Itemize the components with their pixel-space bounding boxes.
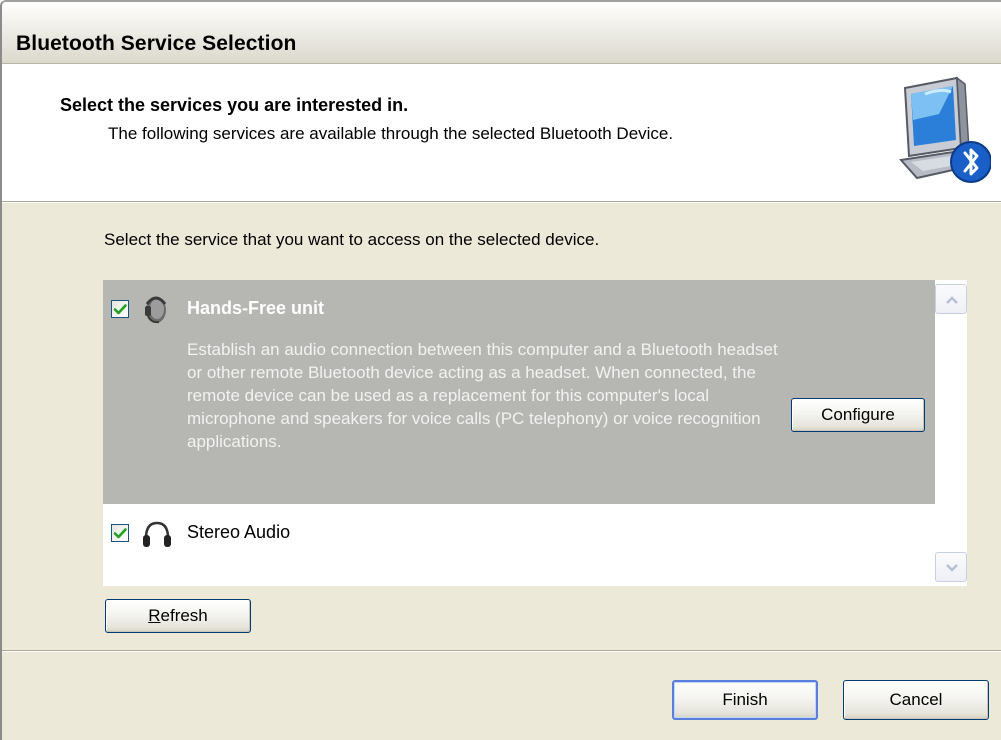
window-title: Bluetooth Service Selection [16,32,297,55]
headphones-icon [143,521,171,547]
chevron-down-icon [946,564,958,572]
header-subtitle: The following services are available thr… [108,124,674,143]
scroll-up-button[interactable] [935,284,967,314]
title-bar[interactable]: Bluetooth Service Selection [2,2,1001,64]
scroll-down-button[interactable] [935,552,967,582]
checkmark-icon [113,528,127,539]
footer-separator [2,650,1001,652]
refresh-label: efresh [160,606,208,625]
services-listbox[interactable]: Hands-Free unit Establish an audio conne… [103,280,967,586]
headset-icon [145,296,167,324]
service-name: Stereo Audio [187,522,291,542]
checkmark-icon [113,304,127,315]
service-description: Establish an audio connection between th… [187,340,778,451]
refresh-button[interactable]: Refresh [105,599,251,633]
service-name: Hands-Free unit [187,298,325,318]
refresh-accelerator: R [148,606,161,625]
hands-free-checkbox[interactable] [111,300,129,318]
dialog-window: Bluetooth Service Selection Select the s… [0,0,1001,740]
cancel-button[interactable]: Cancel [843,680,989,720]
configure-button[interactable]: Configure [791,398,925,432]
bluetooth-computer-icon [899,76,991,183]
header-title: Select the services you are interested i… [60,95,409,115]
vertical-scrollbar[interactable] [935,280,967,586]
chevron-up-icon [946,296,958,304]
finish-button[interactable]: Finish [672,680,818,720]
stereo-audio-checkbox[interactable] [111,524,129,542]
instruction-text: Select the service that you want to acce… [104,230,600,249]
service-item-hands-free[interactable]: Hands-Free unit Establish an audio conne… [103,280,935,504]
service-item-stereo-audio[interactable]: Stereo Audio [103,504,935,586]
wizard-header: Select the services you are interested i… [2,64,1001,203]
